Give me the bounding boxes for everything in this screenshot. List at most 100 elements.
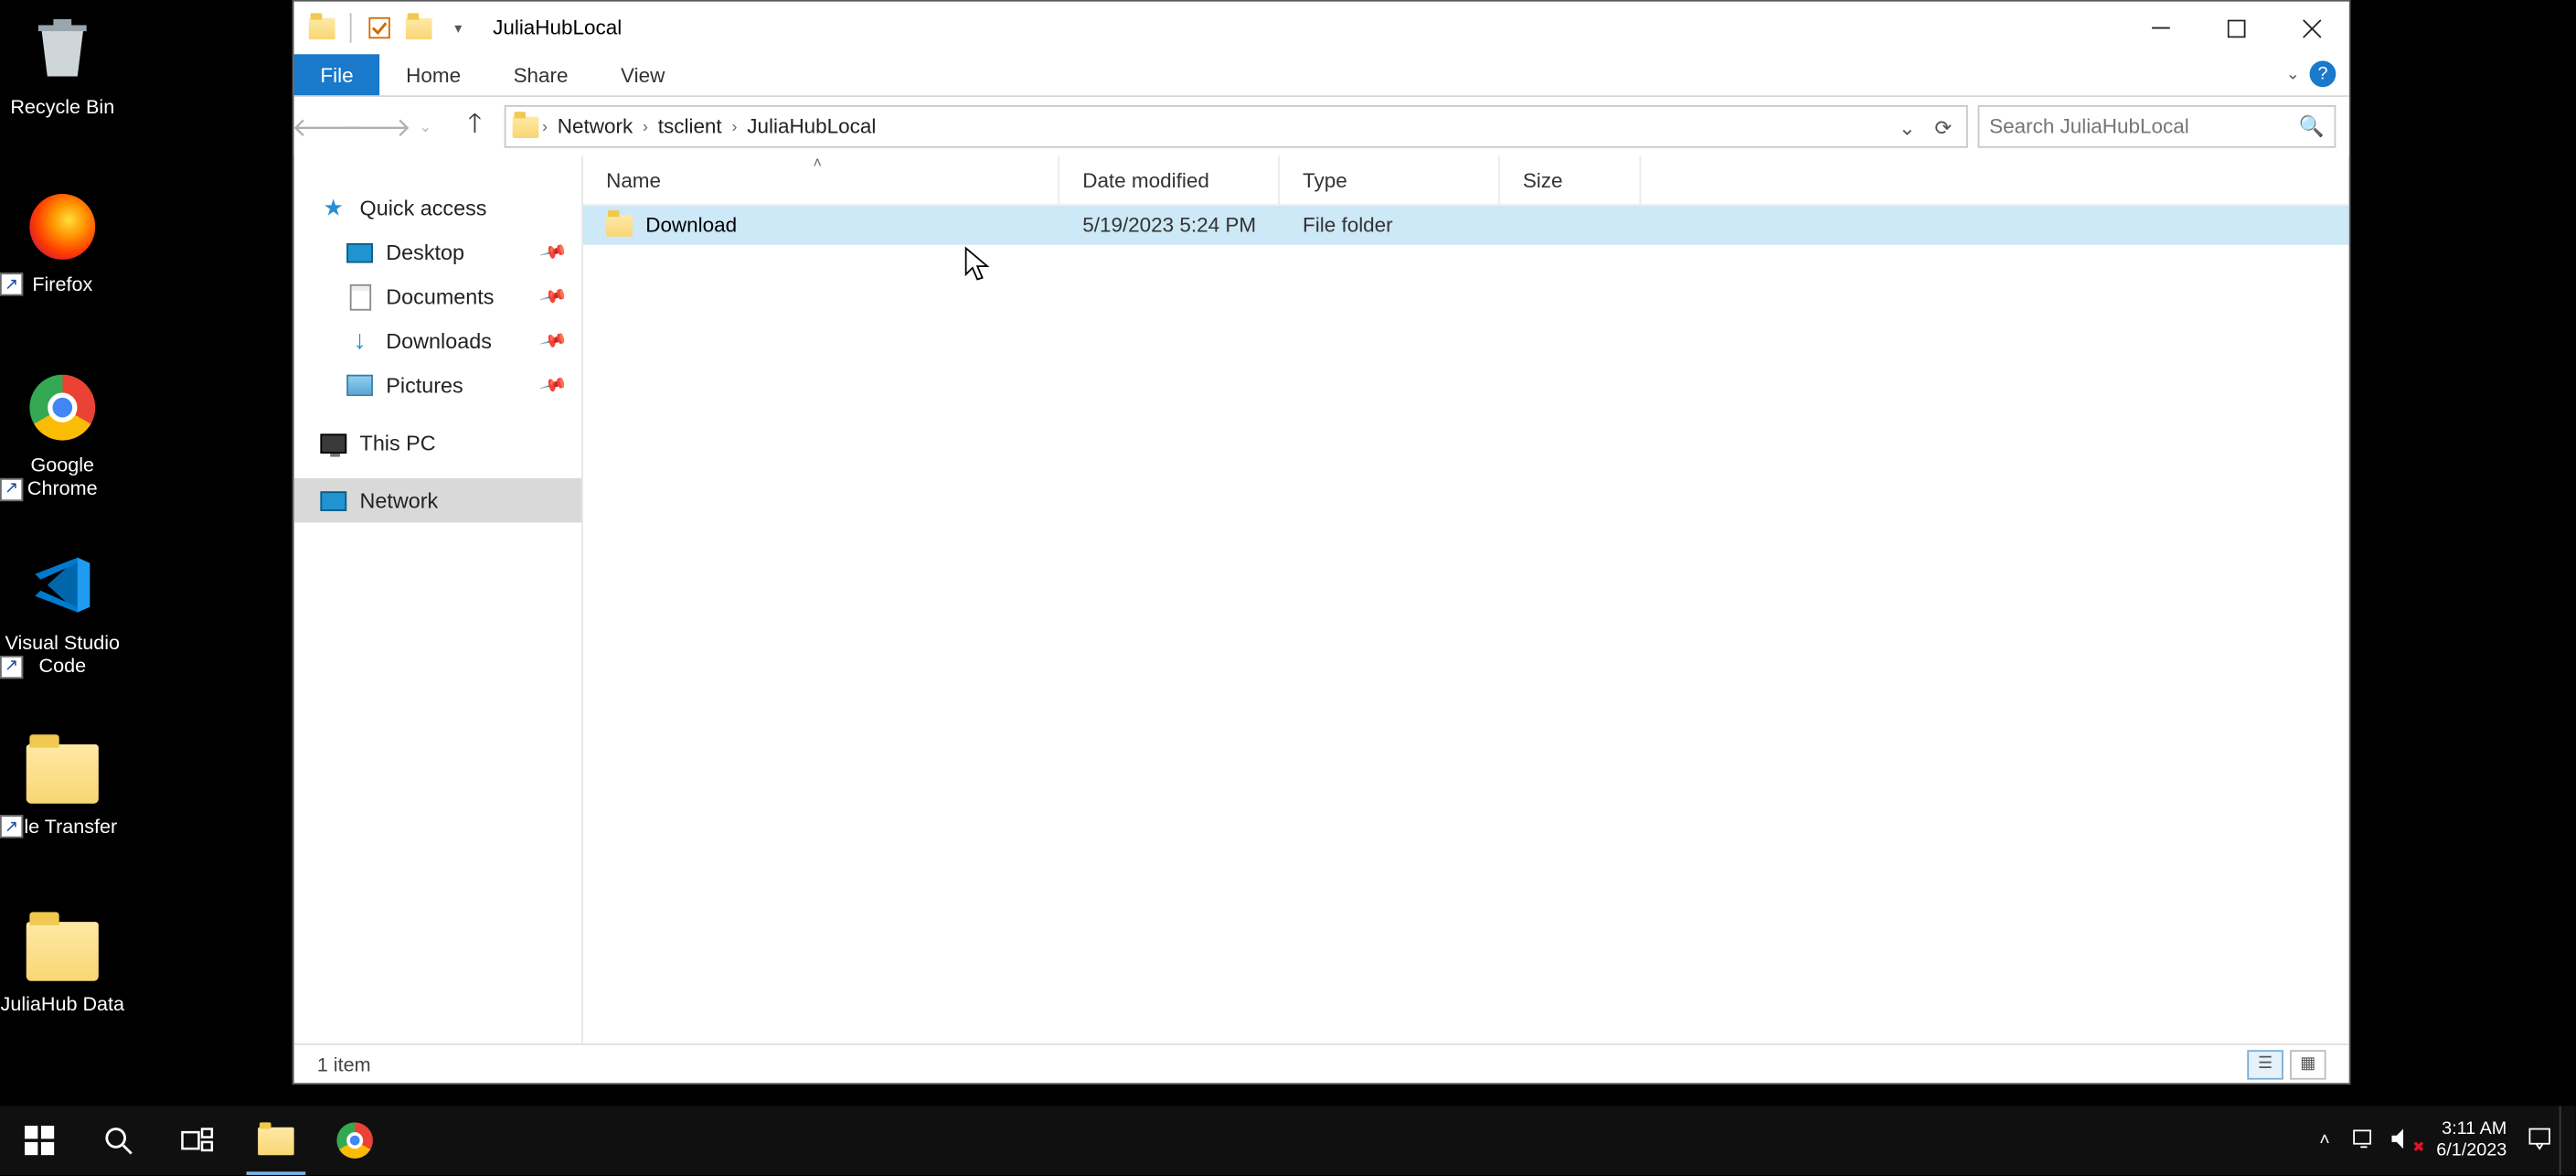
search-button[interactable] bbox=[79, 1106, 157, 1174]
document-icon bbox=[349, 283, 370, 310]
search-icon[interactable]: 🔍 bbox=[2299, 114, 2325, 139]
chevron-right-icon[interactable]: › bbox=[542, 117, 548, 135]
pin-icon: 📌 bbox=[538, 282, 569, 312]
nav-label: This PC bbox=[360, 431, 436, 455]
address-folder-icon bbox=[513, 116, 539, 137]
tray-chevron-icon[interactable]: ˄ bbox=[2305, 1130, 2345, 1150]
col-size[interactable]: Size bbox=[1500, 156, 1642, 204]
recycle-bin-label: Recycle Bin bbox=[0, 95, 125, 119]
taskbar: ˄ ✖ 3:11 AM 6/1/2023 bbox=[0, 1106, 2576, 1174]
taskbar-chrome[interactable] bbox=[315, 1106, 394, 1174]
minimize-button[interactable] bbox=[2123, 2, 2198, 55]
nav-network[interactable]: Network bbox=[294, 478, 581, 523]
task-view-button[interactable] bbox=[158, 1106, 237, 1174]
ribbon-tabs: File Home Share View ⌄ ? bbox=[294, 54, 2349, 97]
title-bar[interactable]: ▾ JuliaHubLocal bbox=[294, 2, 2349, 55]
pc-icon bbox=[320, 433, 346, 454]
nav-label: Documents bbox=[386, 284, 494, 309]
nav-label: Pictures bbox=[386, 373, 463, 398]
clock-time: 3:11 AM bbox=[2436, 1119, 2507, 1140]
chevron-right-icon[interactable]: › bbox=[731, 117, 737, 135]
ribbon-collapse-icon[interactable]: ⌄ bbox=[2286, 65, 2300, 83]
explorer-window: ▾ JuliaHubLocal File Home Share View ⌄ ?… bbox=[293, 0, 2351, 1085]
search-input[interactable] bbox=[1989, 115, 2299, 138]
recycle-bin-icon[interactable]: Recycle Bin bbox=[0, 10, 125, 119]
tray-volume-icon[interactable]: ✖ bbox=[2384, 1127, 2423, 1155]
firefox-icon[interactable]: ↗ Firefox bbox=[0, 187, 125, 296]
refresh-icon[interactable]: ⟳ bbox=[1927, 114, 1960, 139]
vscode-icon[interactable]: ↗ Visual Studio Code bbox=[0, 546, 125, 679]
nav-downloads[interactable]: ↓ Downloads 📌 bbox=[294, 319, 581, 364]
nav-label: Quick access bbox=[360, 196, 487, 220]
history-dropdown[interactable]: ⌄ bbox=[406, 107, 445, 146]
file-date: 5/19/2023 5:24 PM bbox=[1059, 214, 1280, 237]
content-pane: ˄ Name Date modified Type Size Download … bbox=[583, 156, 2349, 1043]
qat-open-folder-icon[interactable] bbox=[400, 10, 437, 47]
network-icon bbox=[320, 490, 346, 510]
tray-network-icon[interactable] bbox=[2345, 1127, 2384, 1155]
crumb-network[interactable]: Network bbox=[551, 115, 640, 138]
view-details-button[interactable]: ☰ bbox=[2247, 1049, 2283, 1078]
crumb-tsclient[interactable]: tsclient bbox=[652, 115, 729, 138]
pin-icon: 📌 bbox=[538, 326, 569, 357]
sort-indicator-icon: ˄ bbox=[814, 155, 822, 171]
nav-desktop[interactable]: Desktop 📌 bbox=[294, 230, 581, 275]
folder-icon bbox=[258, 1127, 294, 1155]
nav-documents[interactable]: Documents 📌 bbox=[294, 274, 581, 319]
address-bar[interactable]: › Network › tsclient › JuliaHubLocal ⌄ ⟳ bbox=[505, 105, 1968, 148]
system-tray: ˄ ✖ 3:11 AM 6/1/2023 bbox=[2305, 1106, 2576, 1174]
address-row: 🡐 🡒 ⌄ 🡑 › Network › tsclient › JuliaHubL… bbox=[294, 97, 2349, 156]
file-type: File folder bbox=[1280, 214, 1500, 237]
status-text: 1 item bbox=[317, 1053, 371, 1075]
navigation-pane: ★ Quick access Desktop 📌 Documents 📌 bbox=[294, 156, 583, 1043]
tray-clock[interactable]: 3:11 AM 6/1/2023 bbox=[2423, 1119, 2520, 1160]
nav-quick-access[interactable]: ★ Quick access bbox=[294, 186, 581, 230]
taskbar-explorer[interactable] bbox=[237, 1106, 315, 1174]
qat-separator bbox=[350, 13, 352, 42]
pictures-icon bbox=[346, 375, 373, 396]
window-title: JuliaHubLocal bbox=[486, 16, 2123, 39]
help-icon[interactable]: ? bbox=[2310, 60, 2336, 87]
column-headers: ˄ Name Date modified Type Size bbox=[583, 156, 2349, 206]
pin-icon: 📌 bbox=[538, 370, 569, 401]
qat-folder-icon[interactable] bbox=[303, 10, 340, 47]
file-transfer-icon[interactable]: ↗ File Transfer bbox=[0, 730, 125, 839]
col-type[interactable]: Type bbox=[1280, 156, 1500, 204]
download-icon: ↓ bbox=[346, 328, 373, 355]
juliahub-data-icon[interactable]: JuliaHub Data bbox=[0, 907, 125, 1016]
qat-dropdown-icon[interactable]: ▾ bbox=[441, 10, 477, 47]
pin-icon: 📌 bbox=[538, 238, 569, 268]
view-large-button[interactable]: ▦ bbox=[2290, 1049, 2326, 1078]
nav-this-pc[interactable]: This PC bbox=[294, 421, 581, 465]
start-button[interactable] bbox=[0, 1106, 79, 1174]
nav-label: Network bbox=[360, 488, 439, 513]
juliahub-data-label: JuliaHub Data bbox=[0, 992, 125, 1016]
tab-share[interactable]: Share bbox=[487, 54, 594, 95]
file-name: Download bbox=[645, 214, 737, 237]
search-box[interactable]: 🔍 bbox=[1978, 105, 2336, 148]
desktop-icon bbox=[346, 242, 373, 262]
chrome-icon[interactable]: ↗ Google Chrome bbox=[0, 369, 125, 501]
tray-notifications-icon[interactable] bbox=[2520, 1125, 2560, 1156]
file-list[interactable]: Download 5/19/2023 5:24 PM File folder bbox=[583, 206, 2349, 1043]
nav-label: Downloads bbox=[386, 328, 492, 353]
tab-view[interactable]: View bbox=[594, 54, 691, 95]
close-button[interactable] bbox=[2273, 2, 2349, 55]
address-dropdown-icon[interactable]: ⌄ bbox=[1890, 114, 1923, 139]
file-row[interactable]: Download 5/19/2023 5:24 PM File folder bbox=[583, 206, 2349, 245]
chevron-right-icon[interactable]: › bbox=[643, 117, 648, 135]
nav-pictures[interactable]: Pictures 📌 bbox=[294, 363, 581, 408]
clock-date: 6/1/2023 bbox=[2436, 1140, 2507, 1161]
tab-home[interactable]: Home bbox=[379, 54, 486, 95]
nav-label: Desktop bbox=[386, 240, 464, 264]
qat-properties-icon[interactable] bbox=[361, 10, 398, 47]
status-bar: 1 item ☰ ▦ bbox=[294, 1043, 2349, 1083]
col-date[interactable]: Date modified bbox=[1059, 156, 1280, 204]
show-desktop-button[interactable] bbox=[2560, 1106, 2570, 1174]
up-button[interactable]: 🡑 bbox=[455, 107, 495, 146]
tab-file[interactable]: File bbox=[294, 54, 380, 95]
crumb-juliahublocal[interactable]: JuliaHubLocal bbox=[740, 115, 882, 138]
folder-icon bbox=[606, 215, 633, 236]
forward-button[interactable]: 🡒 bbox=[357, 107, 396, 146]
maximize-button[interactable] bbox=[2198, 2, 2273, 55]
